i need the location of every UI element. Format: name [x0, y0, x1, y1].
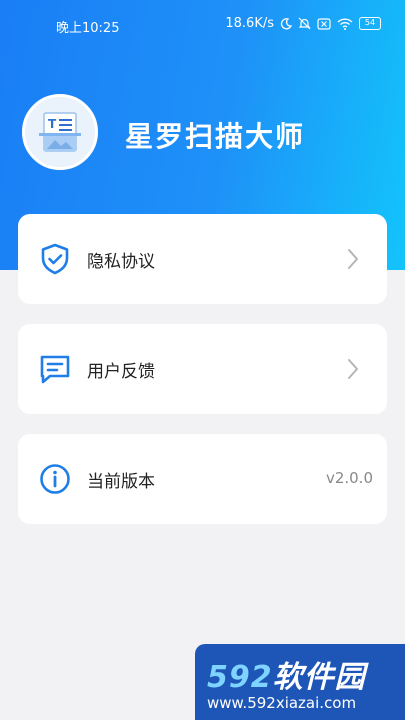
battery-level: 54 — [364, 18, 376, 27]
watermark-brand-number: 592 — [207, 660, 273, 695]
watermark-url: www.592xiazai.com — [207, 694, 357, 712]
moon-icon — [280, 17, 292, 29]
watermark-logo: 592软件园 www.592xiazai.com — [195, 644, 405, 720]
menu-item-label: 当前版本 — [87, 472, 155, 492]
menu-item-label: 隐私协议 — [87, 252, 155, 272]
status-bar: 晚上10:25 18.6K/s 54 — [0, 0, 405, 50]
battery-icon: 54 — [359, 17, 381, 30]
chevron-right-icon — [348, 249, 358, 269]
scan-document-icon: T — [39, 112, 81, 152]
menu-item-version[interactable]: 当前版本 v2.0.0 — [18, 434, 387, 524]
status-indicators: 18.6K/s 54 — [225, 16, 381, 31]
network-speed: 18.6K/s — [225, 16, 274, 31]
svg-text:T: T — [48, 117, 57, 131]
shield-check-icon — [41, 243, 69, 275]
menu-item-feedback[interactable]: 用户反馈 — [18, 324, 387, 414]
status-time: 晚上10:25 — [56, 21, 120, 36]
no-sim-icon — [317, 17, 331, 30]
info-icon — [40, 464, 70, 494]
watermark-brand: 592软件园 — [207, 652, 366, 696]
app-title: 星罗扫描大师 — [125, 120, 306, 153]
version-value: v2.0.0 — [325, 469, 373, 487]
wifi-icon — [337, 17, 353, 30]
watermark-brand-text: 软件园 — [272, 660, 366, 695]
chevron-right-icon — [348, 359, 358, 379]
app-logo: T — [22, 94, 98, 170]
menu-item-label: 用户反馈 — [87, 362, 155, 382]
mute-bell-icon — [298, 17, 311, 30]
menu-item-privacy[interactable]: 隐私协议 — [18, 214, 387, 304]
message-icon — [40, 355, 70, 384]
